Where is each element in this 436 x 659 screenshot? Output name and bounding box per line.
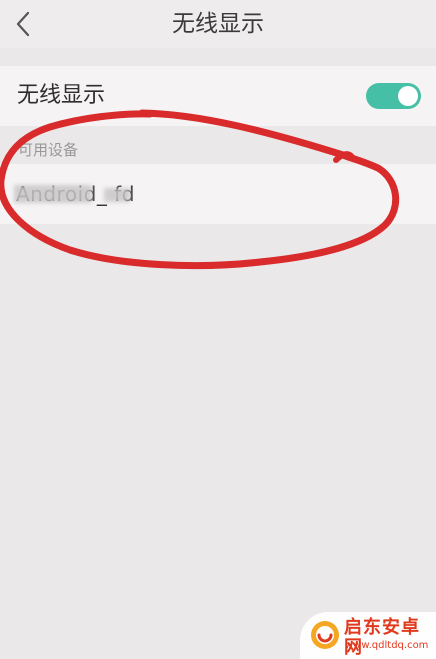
navigation-bar: 无线显示: [0, 0, 436, 48]
watermark: 启东安卓网 www.qdltdq.com: [300, 612, 436, 659]
privacy-blur: [14, 185, 92, 203]
watermark-logo-icon: [311, 621, 339, 649]
device-item[interactable]: Android_ fd: [0, 164, 436, 224]
watermark-url: www.qdltdq.com: [345, 640, 429, 651]
privacy-blur: [104, 188, 130, 202]
watermark-name: 启东安卓网: [344, 617, 420, 658]
wireless-display-switch[interactable]: [366, 83, 421, 109]
wireless-display-row[interactable]: 无线显示: [0, 66, 436, 126]
available-devices-header: 可用设备: [18, 141, 79, 159]
wireless-display-label: 无线显示: [17, 83, 106, 108]
switch-knob: [398, 86, 418, 106]
page-title: 无线显示: [172, 11, 264, 37]
